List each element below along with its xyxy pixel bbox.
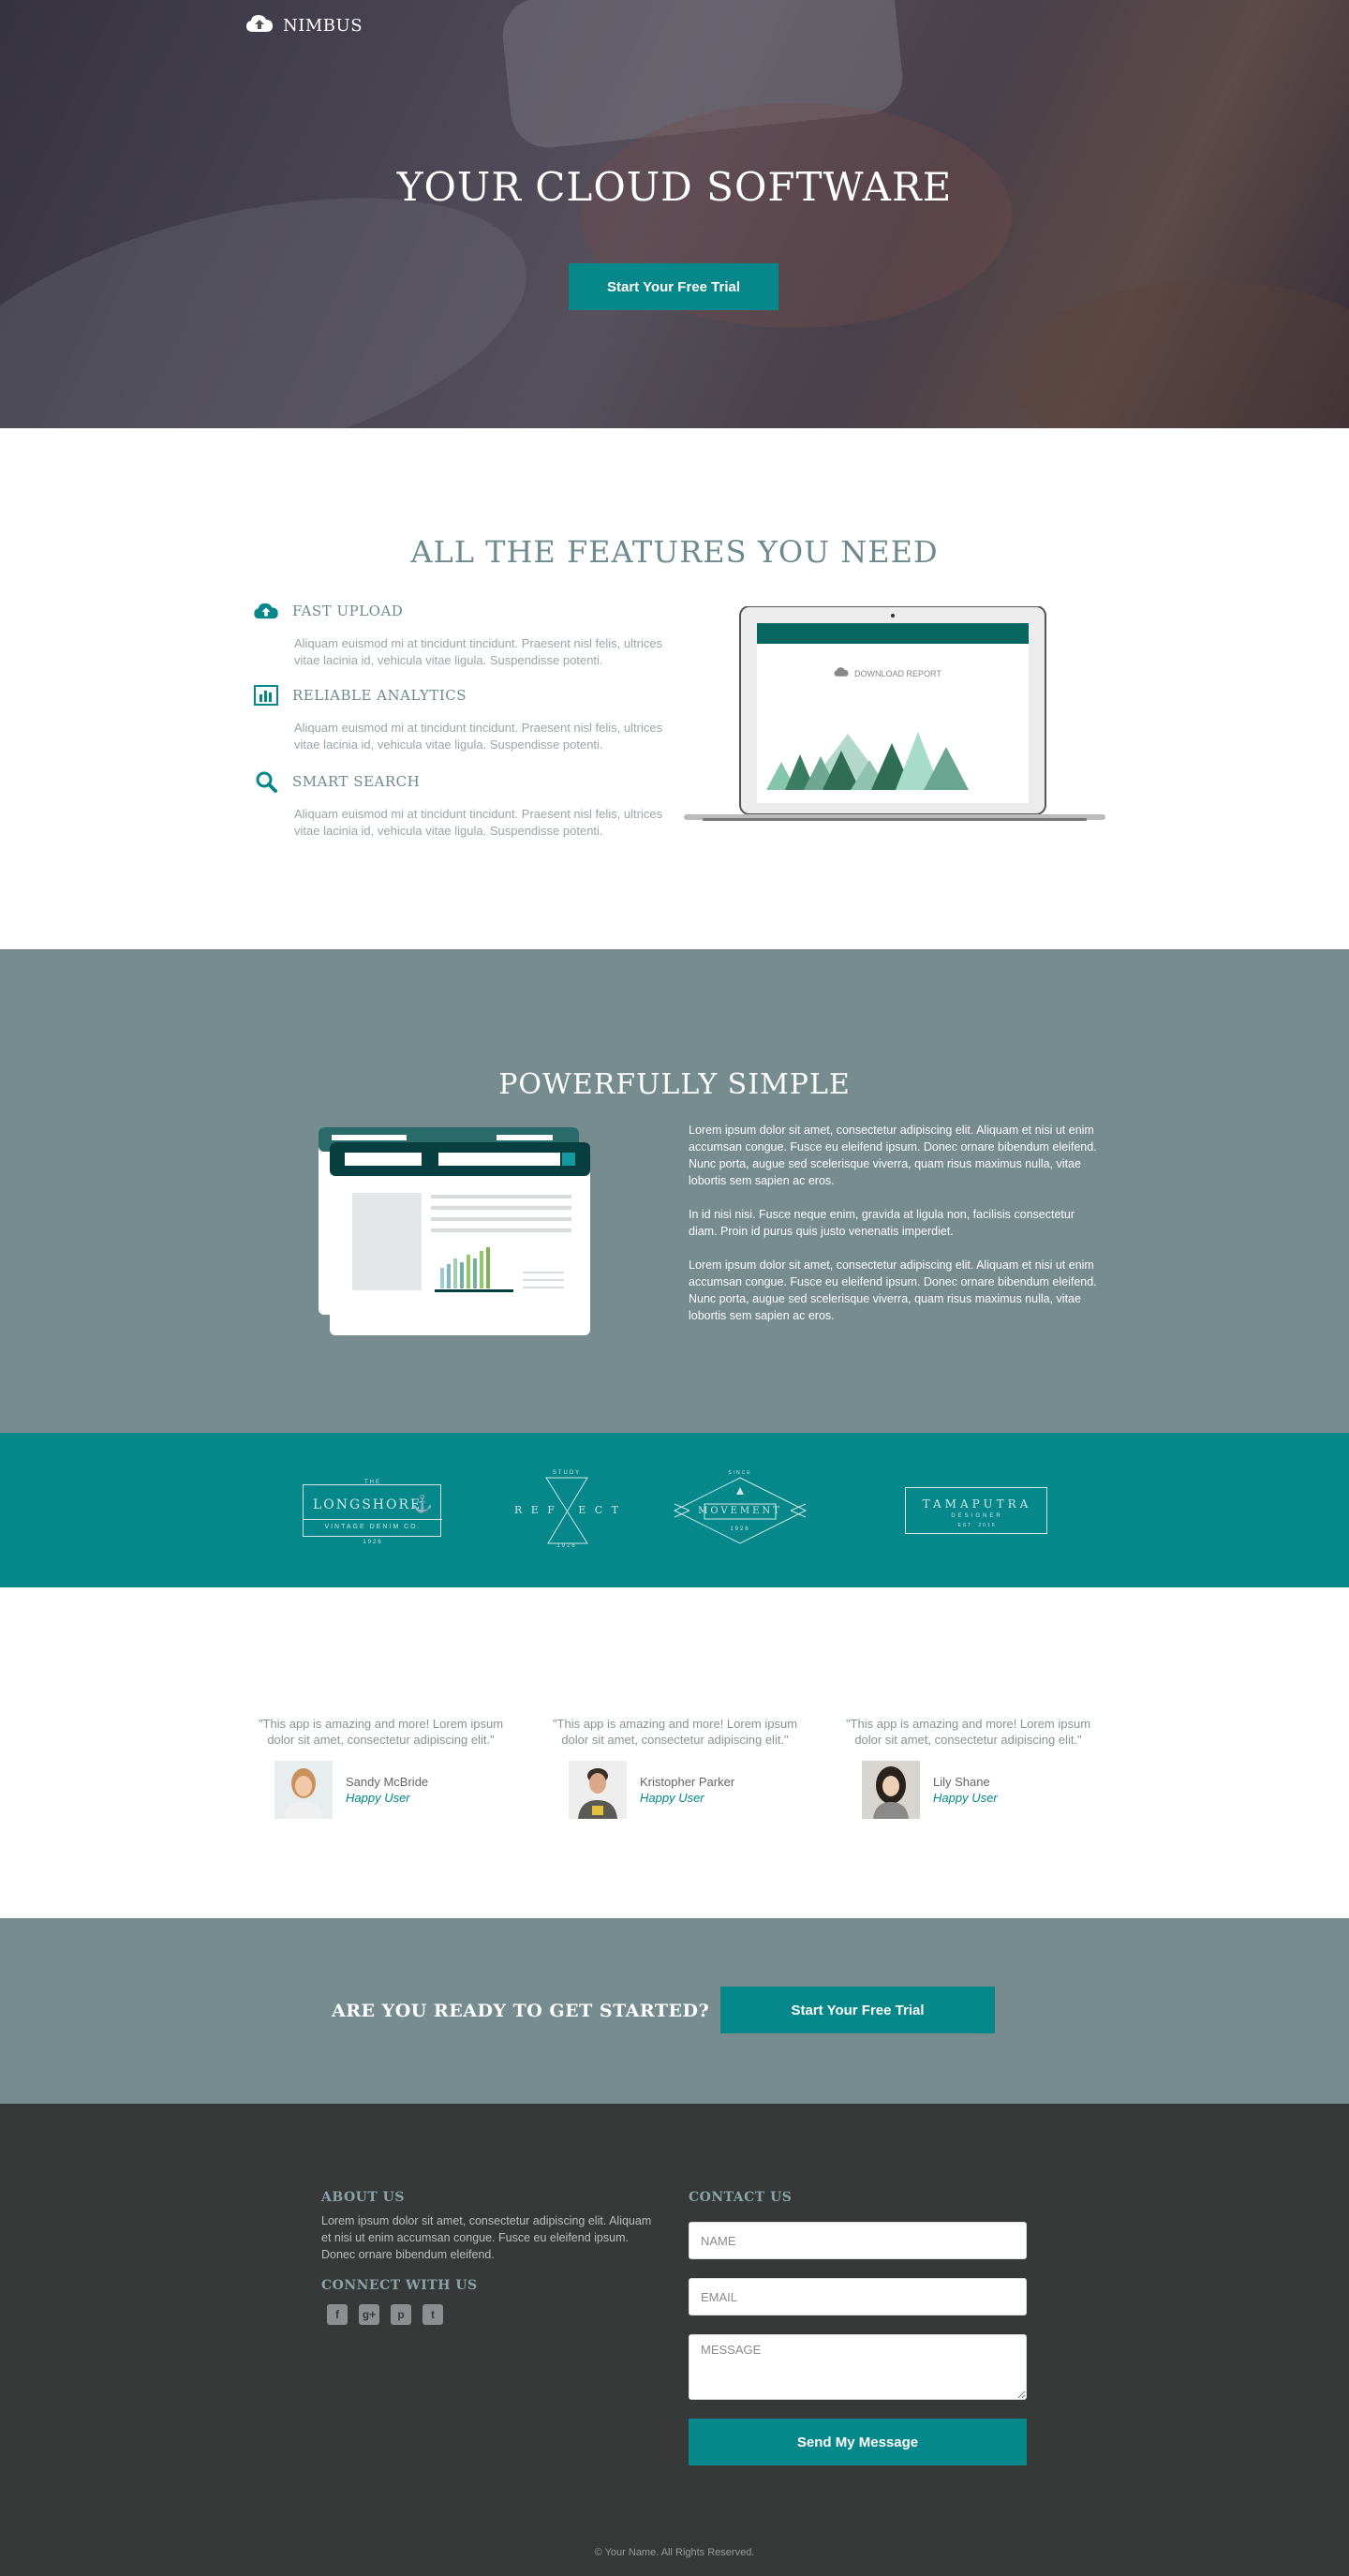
search-icon [253,770,279,793]
cta-section: ARE YOU READY TO GET STARTED? Start Your… [0,1918,1349,2104]
simple-paragraph: In id nisi nisi. Fusce neque enim, gravi… [689,1208,1075,1238]
brand-text: R E F [514,1504,557,1516]
about-title: ABOUT US [321,2190,405,2205]
brand-text: E C T [578,1504,621,1516]
feature-text: Aliquam euismod mi at tincidunt tincidun… [294,636,663,667]
hero-free-trial-button[interactable]: Start Your Free Trial [569,263,778,310]
contact-form: CONTACT US Send My Message [689,2190,1027,2465]
testimonial-card: "This app is amazing and more! Lorem ips… [252,1716,510,1819]
simple-section: POWERFULLY SIMPLE Lorem ipsum dolor sit … [0,949,1349,1433]
laptop-illustration: DOWNLOAD REPORT [684,605,1105,822]
brand-text: 1926 [363,1540,383,1545]
twitter-icon[interactable]: t [422,2304,443,2325]
brand-text: LONGSHORE [313,1497,422,1512]
brand-logo-reflect: STUDY R E F E C T 1926 [511,1470,623,1551]
brand-logos-section: THE LONGSHORE ⚓ VINTAGE DENIM CO. 1926 S… [0,1433,1349,1587]
brand-text: 1926 [730,1526,750,1532]
brand-text: STUDY [552,1470,582,1476]
testimonial-role: Happy User [640,1791,704,1805]
hero-title: YOUR CLOUD SOFTWARE [396,164,953,210]
simple-paragraph: Lorem ipsum dolor sit amet, consectetur … [689,1258,1097,1322]
testimonial-person: Sandy McBride Happy User [274,1761,510,1819]
feature-title: RELIABLE ANALYTICS [292,687,467,704]
about-text: Lorem ipsum dolor sit amet, consectetur … [321,2214,652,2261]
testimonial-quote: "This app is amazing and more! Lorem ips… [552,1717,798,1747]
message-field[interactable] [689,2334,1027,2400]
features-title: ALL THE FEATURES YOU NEED [410,534,939,570]
brand-logo-longshore: THE LONGSHORE ⚓ VINTAGE DENIM CO. 1926 [303,1480,442,1545]
cloud-upload-icon [245,13,274,38]
brand-text: SINCE [728,1470,752,1476]
send-message-button[interactable]: Send My Message [689,2419,1027,2465]
feature-text: Aliquam euismod mi at tincidunt tincidun… [294,807,663,838]
testimonial-quote: "This app is amazing and more! Lorem ips… [258,1717,504,1747]
feature-title: SMART SEARCH [292,773,421,790]
cta-heading: ARE YOU READY TO GET STARTED? [332,2001,710,2021]
avatar [862,1761,920,1819]
brand-text: VINTAGE DENIM CO. [304,1519,442,1530]
email-field[interactable] [689,2278,1027,2315]
brand-text: MOVEMENT [698,1506,782,1516]
feature-title: FAST UPLOAD [292,603,404,619]
testimonial-role: Happy User [933,1791,998,1805]
hero-overlay [0,0,1349,428]
brand-text: EST. 2016 [957,1523,997,1528]
cta-free-trial-button[interactable]: Start Your Free Trial [720,1987,995,2033]
anchor-icon: ⚓ [411,1495,433,1513]
brand-text: DESIGNER [951,1513,1003,1519]
testimonial-name: Kristopher Parker [640,1775,735,1789]
simple-paragraph: Lorem ipsum dolor sit amet, consectetur … [689,1124,1097,1187]
bar-chart-icon [253,684,279,707]
brand-logo-tamaputra: TAMAPUTRA DESIGNER EST. 2016 [905,1487,1047,1534]
testimonial-name: Lily Shane [933,1775,990,1789]
simple-paragraphs: Lorem ipsum dolor sit amet, consectetur … [689,1122,1101,1341]
feature-fast-upload: FAST UPLOAD Aliquam euismod mi at tincid… [253,600,665,669]
browser-illustration [319,1127,590,1338]
testimonials-section: "This app is amazing and more! Lorem ips… [0,1587,1349,1918]
brand-text: TAMAPUTRA [922,1497,1032,1511]
testimonial-person: Lily Shane Happy User [862,1761,1097,1819]
copyright: © Your Name. All Rights Reserved. [594,2547,755,2558]
testimonial-quote: "This app is amazing and more! Lorem ips… [845,1717,1091,1747]
brand-logo[interactable]: NIMBUS [245,13,363,38]
about-block: ABOUT US Lorem ipsum dolor sit amet, con… [321,2190,659,2325]
contact-title: CONTACT US [689,2190,793,2205]
cloud-download-icon [834,665,849,682]
logo-text: NIMBUS [283,16,363,36]
download-report-label: DOWNLOAD REPORT [854,669,941,678]
testimonial-name: Sandy McBride [346,1775,429,1789]
hero-section: NIMBUS YOUR CLOUD SOFTWARE Start Your Fr… [0,0,1349,428]
testimonial-card: "This app is amazing and more! Lorem ips… [546,1716,804,1819]
download-report-label-wrap: DOWNLOAD REPORT [834,665,941,682]
connect-title: CONNECT WITH US [321,2278,478,2293]
name-field[interactable] [689,2222,1027,2259]
footer: ABOUT US Lorem ipsum dolor sit amet, con… [0,2104,1349,2576]
feature-reliable-analytics: RELIABLE ANALYTICS Aliquam euismod mi at… [253,684,665,753]
pinterest-icon[interactable]: p [391,2304,411,2325]
brand-text: THE [364,1480,381,1485]
cloud-upload-icon [253,600,279,622]
avatar [569,1761,627,1819]
brand-logo-movement: SINCE MOVEMENT 1926 [667,1470,813,1551]
social-links: f g+ p t [327,2304,659,2325]
facebook-icon[interactable]: f [327,2304,348,2325]
testimonial-role: Happy User [346,1791,410,1805]
feature-smart-search: SMART SEARCH Aliquam euismod mi at tinci… [253,770,665,840]
feature-text: Aliquam euismod mi at tincidunt tincidun… [294,721,663,752]
simple-title: POWERFULLY SIMPLE [498,1068,851,1101]
avatar [274,1761,333,1819]
google-plus-icon[interactable]: g+ [359,2304,379,2325]
brand-text: 1926 [556,1543,577,1549]
features-section: ALL THE FEATURES YOU NEED FAST UPLOAD Al… [0,428,1349,949]
testimonial-card: "This app is amazing and more! Lorem ips… [839,1716,1097,1819]
testimonial-person: Kristopher Parker Happy User [569,1761,804,1819]
